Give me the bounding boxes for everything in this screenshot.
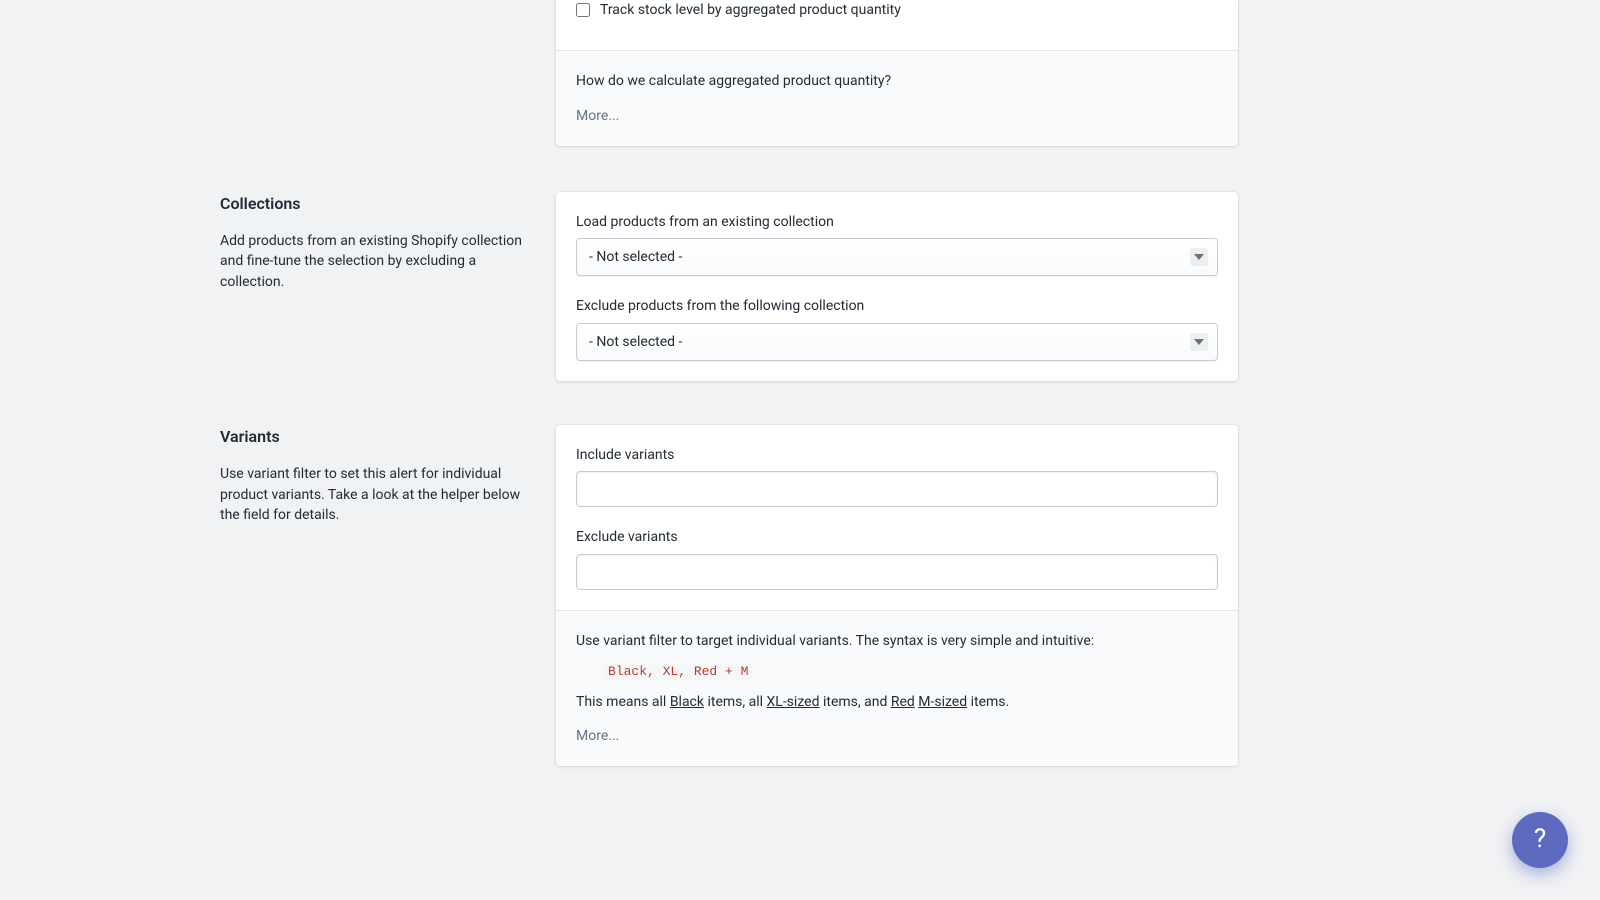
include-variants-input[interactable] [576, 471, 1218, 507]
collections-aside: Collections Add products from an existin… [220, 192, 556, 381]
helper-text: items, all [704, 694, 767, 710]
variants-title: Variants [220, 425, 536, 448]
exclude-collection-select[interactable]: - Not selected - [576, 323, 1218, 361]
helper-black: Black [670, 694, 704, 710]
stock-more-link[interactable]: More... [576, 106, 619, 126]
variants-aside: Variants Use variant filter to set this … [220, 425, 556, 766]
track-stock-checkbox-row[interactable]: Track stock level by aggregated product … [576, 0, 1218, 30]
stock-footer-question: How do we calculate aggregated product q… [576, 71, 1218, 91]
help-icon: ? [1534, 821, 1546, 859]
helper-red: Red [891, 694, 915, 710]
exclude-variants-input[interactable] [576, 554, 1218, 590]
helper-xl: XL-sized [767, 694, 820, 710]
exclude-collection-label: Exclude products from the following coll… [576, 296, 1218, 316]
helper-text: items. [967, 694, 1009, 710]
stock-aside [220, 0, 556, 146]
helper-text: This means all [576, 694, 670, 710]
collections-title: Collections [220, 192, 536, 215]
chevron-down-icon [1190, 333, 1208, 351]
track-stock-label: Track stock level by aggregated product … [600, 0, 901, 20]
help-button[interactable]: ? [1512, 812, 1568, 868]
load-collection-select[interactable]: - Not selected - [576, 238, 1218, 276]
collections-card: Load products from an existing collectio… [556, 192, 1238, 381]
chevron-down-icon [1190, 248, 1208, 266]
variants-card: Include variants Exclude variants Use va… [556, 425, 1238, 766]
load-collection-value: - Not selected - [576, 238, 1218, 276]
variants-helper-code: Black, XL, Red + M [604, 663, 752, 680]
stock-card: Track stock level by aggregated product … [556, 0, 1238, 146]
variants-helper-intro: Use variant filter to target individual … [576, 631, 1218, 651]
load-collection-label: Load products from an existing collectio… [576, 212, 1218, 232]
variants-helper-meaning: This means all Black items, all XL-sized… [576, 692, 1218, 712]
variants-more-link[interactable]: More... [576, 726, 619, 746]
exclude-variants-label: Exclude variants [576, 527, 1218, 547]
exclude-collection-value: - Not selected - [576, 323, 1218, 361]
variants-description: Use variant filter to set this alert for… [220, 464, 536, 525]
variants-helper: Use variant filter to target individual … [556, 610, 1238, 767]
helper-text: items, and [819, 694, 890, 710]
include-variants-label: Include variants [576, 445, 1218, 465]
track-stock-checkbox[interactable] [576, 3, 590, 17]
helper-m: M-sized [918, 694, 967, 710]
collections-description: Add products from an existing Shopify co… [220, 231, 536, 292]
